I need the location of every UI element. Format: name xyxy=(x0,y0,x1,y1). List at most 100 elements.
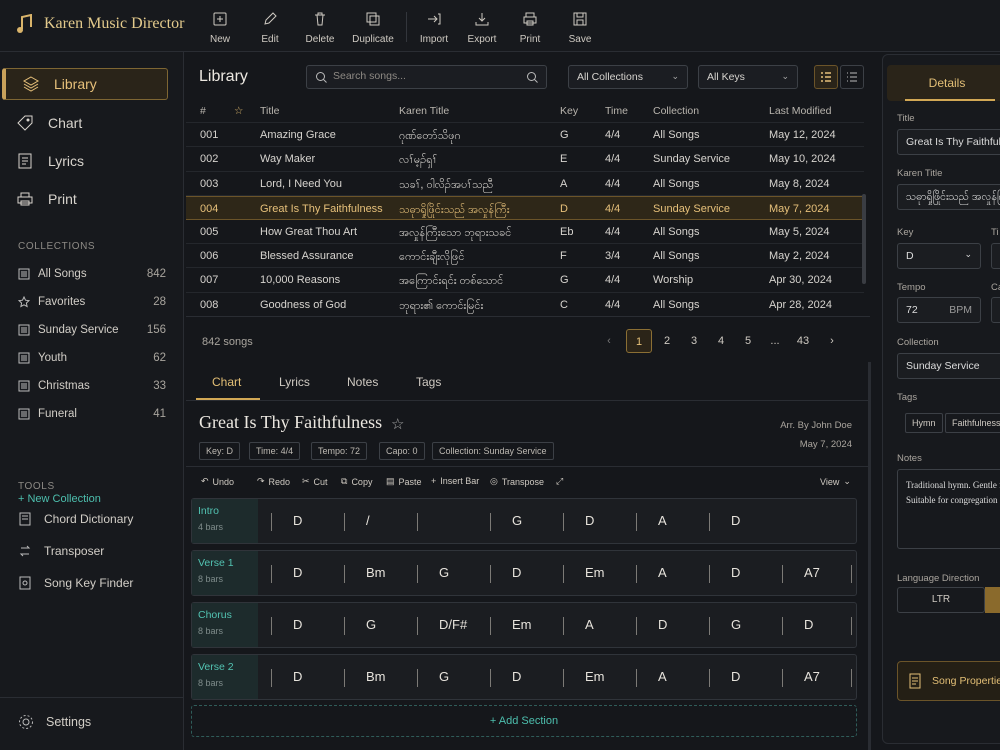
tab-details[interactable]: Details xyxy=(887,65,1000,101)
song-properties-button[interactable]: Song Properties xyxy=(897,661,1000,701)
table-row[interactable]: 008 Goodness of God ဘုရား၏ ကောင်းမြင်း C 4/4… xyxy=(186,293,864,317)
prev-page-button[interactable]: ‹ xyxy=(596,329,622,353)
table-row[interactable]: 001 Amazing Grace ဂုဏ်တော်သိဖုဂ G 4/4 All Son… xyxy=(186,123,864,148)
chord[interactable]: D xyxy=(731,565,740,580)
section-label[interactable]: Chorus 8 bars xyxy=(192,603,258,647)
transpose-button[interactable]: ◎ Transpose xyxy=(490,476,544,487)
chord[interactable]: Bm xyxy=(366,669,386,684)
meta-tempo[interactable]: Tempo: 72 xyxy=(311,442,368,460)
paste-button[interactable]: ▤ Paste xyxy=(386,476,422,487)
chord[interactable]: A xyxy=(658,669,667,684)
collection-christmas[interactable]: Christmas 33 xyxy=(18,380,166,392)
page-button[interactable]: ... xyxy=(762,329,788,353)
insert-bar-button[interactable]: + Insert Bar xyxy=(431,476,479,486)
copy-button[interactable]: ⧉ Copy xyxy=(341,476,372,487)
table-row[interactable]: 007 10,000 Reasons အကြောင်းရင်း တစ်သောင် G 4… xyxy=(186,268,864,293)
favorite-star-icon[interactable]: ☆ xyxy=(391,415,404,433)
tempo-field[interactable]: 72 BPM xyxy=(897,297,981,323)
tab-tags[interactable]: Tags xyxy=(416,375,441,389)
chord[interactable]: Bm xyxy=(366,565,386,580)
expand-button[interactable]: ⤢ xyxy=(556,476,563,487)
sidebar-item-library[interactable]: Library xyxy=(2,68,168,100)
chord[interactable]: D/F# xyxy=(439,617,467,632)
page-button[interactable]: 1 xyxy=(626,329,652,353)
collection-funeral[interactable]: Funeral 41 xyxy=(18,408,166,420)
ltr-button[interactable]: LTR xyxy=(897,587,985,613)
table-row[interactable]: 003 Lord, I Need You သခၢ်, ဝါလိၣ်အပၢ်သညီ A 4… xyxy=(186,172,864,196)
chart-section[interactable]: Verse 2 8 bars D Bm G D Em A D A7 xyxy=(191,654,857,700)
star-icon[interactable]: ☆ xyxy=(234,105,243,117)
collection-filter-dropdown[interactable]: All Collections ⌄ xyxy=(568,65,688,89)
print-button[interactable]: Print xyxy=(503,8,557,45)
section-label[interactable]: Intro 4 bars xyxy=(192,499,258,543)
import-button[interactable]: Import xyxy=(407,8,461,45)
chord[interactable]: D xyxy=(293,513,302,528)
meta-key[interactable]: Key: D xyxy=(199,442,241,460)
sidebar-item-chart[interactable]: Chart xyxy=(16,114,82,132)
page-button[interactable]: 4 xyxy=(708,329,734,353)
chord[interactable]: G xyxy=(731,617,741,632)
chord[interactable]: D xyxy=(731,513,740,528)
karen-title-field[interactable]: သဓုာရှိုဖြိုင်းသည် အလှုန်ကြီး xyxy=(897,184,1000,210)
col-collection[interactable]: Collection xyxy=(653,105,699,117)
page-button[interactable]: 3 xyxy=(681,329,707,353)
table-row[interactable]: 006 Blessed Assurance ကောင်းချီးလိုဖြင် F 3/… xyxy=(186,244,864,269)
title-field[interactable]: Great Is Thy Faithfulness xyxy=(897,129,1000,155)
page-button[interactable]: 2 xyxy=(654,329,680,353)
chord[interactable]: G xyxy=(439,669,449,684)
notes-textarea[interactable]: Traditional hymn. Gentle feel. Suitable … xyxy=(897,469,1000,549)
tool-song-key-finder[interactable]: Song Key Finder xyxy=(18,576,133,590)
chart-section[interactable]: Chorus 8 bars D G D/F# Em A D G D xyxy=(191,602,857,648)
duplicate-button[interactable]: Duplicate xyxy=(346,8,400,45)
chord[interactable]: D xyxy=(293,669,302,684)
rtl-button[interactable] xyxy=(985,587,1000,613)
chord[interactable]: A7 xyxy=(804,669,820,684)
chord[interactable]: G xyxy=(512,513,522,528)
settings-button[interactable]: Settings xyxy=(18,714,91,730)
chart-section[interactable]: Verse 1 8 bars D Bm G D Em A D A7 xyxy=(191,550,857,596)
sidebar-item-print[interactable]: Print xyxy=(16,190,77,208)
tab-notes[interactable]: Notes xyxy=(347,375,378,389)
table-scrollbar[interactable] xyxy=(862,194,866,284)
page-button[interactable]: 43 xyxy=(790,329,816,353)
delete-button[interactable]: Delete xyxy=(293,8,347,45)
undo-button[interactable]: ↶ Undo xyxy=(201,476,234,487)
chord[interactable]: D xyxy=(512,669,521,684)
chord[interactable]: D xyxy=(585,513,594,528)
chord[interactable]: A xyxy=(658,513,667,528)
meta-time[interactable]: Time: 4/4 xyxy=(249,442,301,460)
search-box[interactable] xyxy=(306,65,547,89)
section-label[interactable]: Verse 1 8 bars xyxy=(192,551,258,595)
col-karen-title[interactable]: Karen Title xyxy=(399,105,449,117)
chord[interactable]: A xyxy=(585,617,594,632)
tab-chart[interactable]: Chart xyxy=(212,375,241,389)
tag-chip[interactable]: Faithfulness xyxy=(945,413,1000,433)
search-input[interactable] xyxy=(333,70,523,82)
page-button[interactable]: 5 xyxy=(735,329,761,353)
chord[interactable]: Em xyxy=(585,565,605,580)
chord[interactable]: G xyxy=(439,565,449,580)
chord[interactable]: / xyxy=(366,513,370,528)
cut-button[interactable]: ✂ Cut xyxy=(302,476,328,487)
collection-all-songs[interactable]: All Songs 842 xyxy=(18,268,166,280)
collection-youth[interactable]: Youth 62 xyxy=(18,352,166,364)
time-field[interactable] xyxy=(991,243,1000,269)
tab-lyrics[interactable]: Lyrics xyxy=(279,375,310,389)
chord[interactable]: D xyxy=(731,669,740,684)
col-number[interactable]: # xyxy=(200,105,206,117)
chord[interactable]: D xyxy=(658,617,667,632)
add-section-button[interactable]: + Add Section xyxy=(191,705,857,737)
tool-transposer[interactable]: Transposer xyxy=(18,544,104,558)
detail-view-button[interactable] xyxy=(840,65,864,89)
col-key[interactable]: Key xyxy=(560,105,578,117)
chord[interactable]: G xyxy=(366,617,376,632)
list-view-button[interactable] xyxy=(814,65,838,89)
chord[interactable]: D xyxy=(293,565,302,580)
table-row[interactable]: 004 Great Is Thy Faithfulness သဓုာရှိုဖြို… xyxy=(186,195,864,220)
view-dropdown[interactable]: View ⌄ xyxy=(820,476,851,487)
chord[interactable]: A7 xyxy=(804,565,820,580)
col-title[interactable]: Title xyxy=(260,105,279,117)
export-button[interactable]: Export xyxy=(455,8,509,45)
edit-button[interactable]: Edit xyxy=(243,8,297,45)
redo-button[interactable]: ↷ Redo xyxy=(257,476,290,487)
